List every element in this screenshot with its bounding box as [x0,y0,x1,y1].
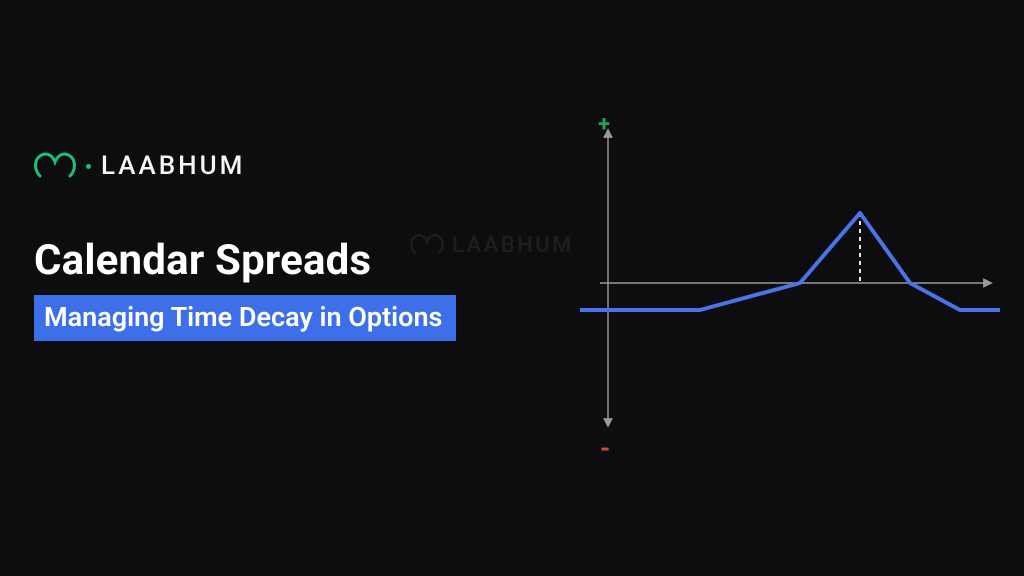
page-title: Calendar Spreads [34,236,456,285]
page-subtitle: Managing Time Decay in Options [44,301,442,333]
logo-dot-icon [86,164,91,169]
axis-positive-label: + [598,112,610,137]
payoff-line [580,213,1000,310]
payoff-chart: + - [580,118,1000,438]
brand-name: LAABHUM [101,151,245,181]
subtitle-bar: Managing Time Decay in Options [34,295,456,341]
watermark-text: LAABHUM [452,233,574,258]
brand-logo: LAABHUM [34,150,245,182]
headline-block: Calendar Spreads Managing Time Decay in … [34,236,456,341]
payoff-chart-svg [580,118,1000,438]
axis-negative-label: - [600,444,610,454]
logo-icon [34,150,76,182]
